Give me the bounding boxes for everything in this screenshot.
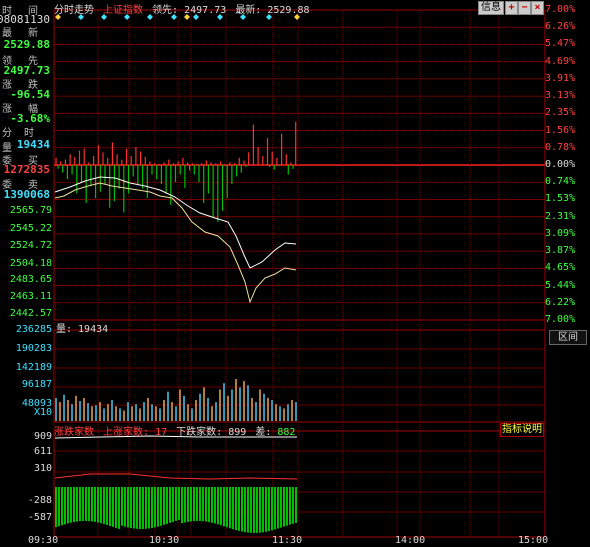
price-axis-right-label: 7.00% <box>545 4 576 15</box>
price-axis-right-label: 3.87% <box>545 245 576 257</box>
price-axis-right-label: 1.56% <box>545 124 576 136</box>
price-lines <box>54 176 297 304</box>
price-axis-right-label: 7.00% <box>545 314 576 325</box>
breadth-title: 涨跌家数 <box>54 427 94 438</box>
average-price-line <box>54 176 297 269</box>
indicator-help-button[interactable]: 指标说明 <box>500 423 544 437</box>
diff-label: 差: <box>255 427 272 438</box>
latest-value-left: 2529.88 <box>3 38 50 51</box>
chart-canvas <box>53 9 546 538</box>
buy-value: 1272835 <box>3 163 50 176</box>
volume-caption: 量: 19434 <box>56 324 109 335</box>
time-axis-label: 15:00 <box>518 535 549 546</box>
up-count-value: 17 <box>155 427 168 438</box>
breadth-bars <box>54 435 298 533</box>
breadth-axis-label: 909 <box>33 431 52 442</box>
up-count-label: 上涨家数: <box>103 427 150 438</box>
price-axis-left-label: 2463.11 <box>9 291 52 302</box>
latest-value: 2529.88 <box>267 5 310 16</box>
interval-button[interactable]: 区间 <box>549 330 587 345</box>
breadth-axis-label: -587 <box>27 512 52 523</box>
price-axis-right-label: 5.47% <box>545 38 576 50</box>
chart-grid <box>53 9 546 538</box>
price-axis-right-label: 0.00% <box>545 159 576 170</box>
down-count-label: 下跌家数: <box>176 427 223 438</box>
time-axis-label: 09:30 <box>28 535 59 546</box>
volume-axis-label: 142189 <box>15 362 52 373</box>
price-axis-left-label: 2524.72 <box>9 240 52 251</box>
index-name: 上证指数 <box>103 5 144 16</box>
breadth-diff-line <box>54 473 298 480</box>
price-axis-right-label: 3.13% <box>545 90 576 102</box>
zoom-in-button[interactable]: + <box>505 1 518 15</box>
time-axis-label: 10:30 <box>149 535 180 546</box>
breadth-axis-label: 611 <box>33 446 52 457</box>
price-axis-right-label: 0.78% <box>545 141 576 153</box>
prev-close-label: 领先: <box>152 5 179 16</box>
price-axis-left-label: 2545.22 <box>9 223 52 234</box>
price-axis-right-label: 6.22% <box>545 296 576 308</box>
price-axis-right-label: 4.65% <box>545 262 576 274</box>
price-axis-right-label: 6.26% <box>545 21 576 33</box>
price-axis-right-label: 3.91% <box>545 72 576 84</box>
price-axis-right-label: 4.69% <box>545 55 576 67</box>
price-axis-right-label: 5.44% <box>545 279 576 291</box>
latest-label-left: 最 新 <box>2 28 44 39</box>
price-change-bars <box>55 121 297 222</box>
breadth-caption: 涨跌家数 上涨家数: 17 下跌家数: 899 差: 882 <box>54 423 295 438</box>
prev-close-value: 2497.73 <box>184 5 227 16</box>
volume-bars <box>55 379 297 421</box>
time-axis-label: 11:30 <box>272 535 303 546</box>
price-axis-right-label: 2.31% <box>545 210 576 222</box>
sell-value: 1390068 <box>3 188 50 201</box>
header-tab[interactable]: 分时走势 <box>54 5 94 16</box>
price-axis-right-label: 3.09% <box>545 227 576 239</box>
price-axis-right-label: 0.74% <box>545 176 576 188</box>
volume-axis-label: 190283 <box>15 343 52 354</box>
latest-label: 最新: <box>235 5 262 16</box>
volume-axis-label: 236285 <box>15 324 52 335</box>
volume-axis-label: X10 <box>33 407 52 418</box>
time-axis-label: 14:00 <box>395 535 426 546</box>
down-count-value: 899 <box>228 427 247 438</box>
price-axis-right-label: 1.53% <box>545 193 576 205</box>
price-axis-left-label: 2504.18 <box>9 258 52 269</box>
diff-value: 882 <box>277 427 296 438</box>
price-axis-right-label: 2.35% <box>545 107 576 119</box>
breadth-axis-label: -288 <box>27 495 52 506</box>
price-axis-left-label: 2565.79 <box>9 205 52 216</box>
close-button[interactable]: × <box>531 1 544 15</box>
info-button[interactable]: 信息 <box>478 1 504 15</box>
volume-axis-label: 96187 <box>21 379 52 390</box>
price-axis-left-label: 2483.65 <box>9 274 52 285</box>
price-line <box>54 182 297 304</box>
vol-value: 19434 <box>16 138 50 151</box>
price-axis-left-label: 2442.57 <box>9 308 52 319</box>
breadth-axis-label: 310 <box>33 463 52 474</box>
zoom-out-button[interactable]: − <box>518 1 531 15</box>
